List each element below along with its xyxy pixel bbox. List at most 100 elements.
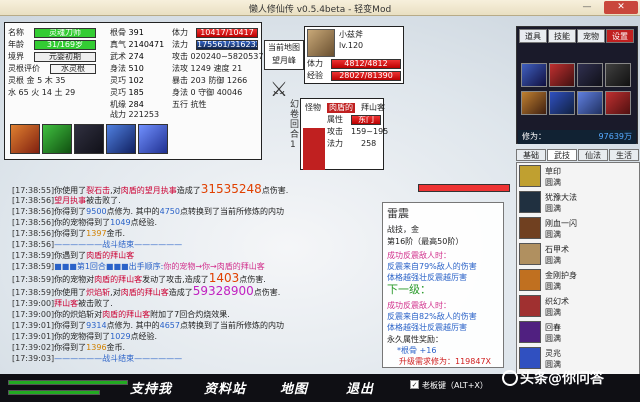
tab-settings[interactable]: 设置 (606, 29, 634, 43)
tooltip-line: 反震来自79%敌人的伤害 (387, 262, 477, 271)
skill-level: 圆满 (545, 230, 561, 239)
root-label: 灵根评价 (8, 64, 40, 73)
monster-name: 肉盾的 (327, 103, 355, 113)
equip-slot[interactable] (521, 63, 547, 87)
skill-level: 圆满 (545, 178, 561, 187)
skill-item[interactable]: 金刚护身 圆满 (519, 269, 639, 295)
equip-slot[interactable] (577, 63, 603, 87)
tooltip-perm-value: *根骨 +16 (397, 346, 437, 355)
log-line: [17:38:56]你得到了9500点修为. 其中的4750点转换到了当前所修炼… (12, 207, 284, 216)
attr-values: 金 5 木 35 (26, 76, 66, 85)
skill-slot-3[interactable] (74, 124, 104, 154)
attr-values-2: 水 65 火 14 土 29 (8, 88, 76, 97)
equip-slot[interactable] (605, 63, 631, 87)
skill-item[interactable]: 犹豫大法 圆满 (519, 191, 639, 217)
boss-key-checkbox[interactable]: ✓ (410, 380, 419, 389)
map-box[interactable]: 当前地图 望月峰 (264, 40, 304, 70)
monster-atk: 159~195 (351, 127, 389, 136)
tooltip-perm: 永久属性奖励： (387, 335, 443, 344)
skill-slot-4[interactable] (106, 124, 136, 154)
subtab-basic[interactable]: 基础 (516, 149, 546, 161)
close-button[interactable]: ✕ (604, 1, 638, 14)
stat-label: 机缘 (110, 100, 126, 109)
minimize-button[interactable]: — (578, 1, 596, 14)
elem-value: 抗性 (190, 100, 207, 109)
skill-name: 草印 (545, 167, 561, 176)
log-line: [17:39:02]你得到了1396金币. (12, 343, 126, 352)
skill-item[interactable]: 回春 圆满 (519, 321, 639, 347)
watermark-icon (502, 370, 518, 386)
watermark: 头条@你问答 (520, 371, 604, 387)
game-window: 懒人修仙传 v0.5.4beta - 轻变Mod — ✕ 名称 灵魂刀师 年龄 … (0, 0, 640, 402)
skill-item[interactable]: 织幻术 圆满 (519, 295, 639, 321)
log-line: [17:38:56]你得到了1397金币. (12, 229, 126, 238)
pet-card: 小兹斧 lv.120 体力 4812/4812 经验 28027/81390 (304, 26, 404, 84)
equip-slot[interactable] (549, 91, 575, 115)
skill-name: 回春 (545, 323, 561, 332)
age-label: 年龄 (8, 40, 24, 49)
tab-pets[interactable]: 宠物 (577, 29, 605, 43)
skill-slot-1[interactable] (10, 124, 40, 154)
tooltip-line: 体格越强壮反震越厉害 (387, 273, 467, 282)
nav-wiki[interactable]: 资料站 (204, 378, 246, 397)
stat-value: 274 (128, 52, 144, 61)
log-line: [17:39:03]——————战斗结束—————— (12, 354, 183, 363)
tab-skills[interactable]: 技能 (548, 29, 576, 43)
skill-level: 圆满 (545, 282, 561, 291)
skill-item[interactable]: 石甲术 圆满 (519, 243, 639, 269)
monster-hp: 258 (361, 139, 377, 148)
monster-atk-label: 攻击 (327, 127, 343, 136)
skill-icon (519, 165, 541, 187)
skill-item[interactable]: 草印 圆满 (519, 165, 639, 191)
equip-slot[interactable] (605, 91, 631, 115)
monster-name-2: 拜山客 (361, 103, 385, 112)
log-line: [17:38:59]你遇到了肉盾的拜山客 (12, 251, 135, 260)
subtab-magic[interactable]: 仙法 (578, 149, 608, 161)
speed-value: 0 守御 40046 (190, 88, 243, 97)
subtab-martial[interactable]: 武技 (547, 149, 577, 161)
tooltip-line: 成功反震敌人时： (387, 251, 451, 260)
skill-icon (519, 295, 541, 317)
skill-name: 石甲术 (545, 245, 569, 254)
pet-exp-bar: 28027/81390 (331, 71, 401, 81)
log-line: [17:39:01]你的宠物得到了1029点经验. (12, 332, 158, 341)
skill-slot-5[interactable] (138, 124, 168, 154)
def-label: 法攻 (172, 64, 188, 73)
pet-hp-bar: 4812/4812 (331, 59, 401, 69)
skill-tooltip: 雷震 战技，金 第16阶（最高50阶） 成功反震敌人时： 反震来自79%敌人的伤… (382, 202, 504, 368)
player-name: 灵魂刀师 (34, 28, 96, 38)
def-value: 1249 速度 21 (190, 64, 243, 73)
realm-label: 境界 (8, 52, 24, 61)
nav-map[interactable]: 地图 (280, 378, 308, 397)
mp-bar: 175561/316232 (196, 40, 258, 50)
log-line: [17:39:00]拜山客被击败了. (12, 299, 113, 308)
monster-portrait (303, 128, 325, 170)
player-realm: 元婴初期 (34, 52, 96, 62)
hp-label: 体力 (172, 28, 188, 37)
skill-slot-2[interactable] (42, 124, 72, 154)
stat-value: 185 (128, 88, 144, 97)
nav-support[interactable]: 支持我 (130, 378, 172, 397)
equip-slot[interactable] (549, 63, 575, 87)
speed-label: 身法 (172, 88, 188, 97)
stat-label: 武术 (110, 52, 126, 61)
stat-value: 510 (128, 64, 144, 73)
crossed-swords-icon: ⚔ (270, 77, 288, 101)
skill-icon (519, 269, 541, 291)
atk-value: 020240~5820537 (190, 52, 264, 61)
log-line: [17:38:56]你的宠物得到了1049点经验. (12, 218, 158, 227)
stat-value: 2140471 (128, 40, 165, 49)
nav-exit[interactable]: 退出 (346, 378, 374, 397)
subtab-life[interactable]: 生活 (609, 149, 639, 161)
cultivation-label: 修为： (522, 132, 546, 141)
stat-label: 灵巧 (110, 76, 126, 85)
tab-items[interactable]: 道具 (519, 29, 547, 43)
skill-level: 圆满 (545, 334, 561, 343)
player-age: 31/169岁 (34, 40, 96, 50)
log-line: [17:39:01]你得到了9314点修为. 其中的4657点转换到了当前所修炼… (12, 321, 284, 330)
log-line: [17:38:56]望月执事被击败了. (12, 196, 121, 205)
pet-avatar (307, 29, 335, 57)
skill-item[interactable]: 刚血一闪 圆满 (519, 217, 639, 243)
equip-slot[interactable] (577, 91, 603, 115)
equip-slot[interactable] (521, 91, 547, 115)
